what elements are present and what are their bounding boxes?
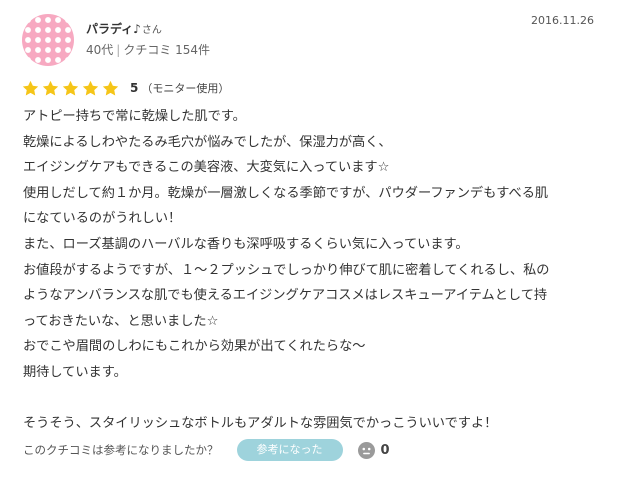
review-line: お値段がするようですが、１～２プッシュでしっかり伸びて肌に密着してくれるし、私の [23, 262, 550, 278]
star-icon [42, 80, 59, 95]
user-review-count: クチコミ 154件 [123, 43, 211, 57]
star-icon [82, 80, 99, 95]
avatar[interactable] [22, 14, 74, 66]
review-line: そうそう、スタイリッシュなボトルもアダルトな雰囲気でかっこういいですよ！ [23, 416, 498, 432]
review-line: 乾燥によるしわやたるみ毛穴が悩みでしたが、保湿力が高く、 [23, 134, 392, 150]
helpful-button[interactable]: 参考になった [236, 439, 343, 461]
review-line: エイジングケアもできるこの美容液、大変気に入っています☆ [23, 160, 390, 176]
star-rating [22, 80, 122, 97]
review-line: 期待しています。 [23, 364, 127, 380]
star-icon [102, 80, 119, 95]
review-line: アトピー持ちで常に乾燥した肌です。 [23, 109, 246, 124]
helpful-count: 0 [380, 442, 390, 458]
review-line: また、ローズ基調のハーバルな香りも深呼吸するくらい気に入っています。 [23, 236, 469, 252]
review-blank-line [23, 386, 613, 412]
meta-separator: | [116, 43, 121, 57]
helpful-question: このクチコミは参考になりましたか？ [23, 443, 219, 457]
face-icon [357, 441, 375, 459]
star-icon [22, 80, 39, 95]
rating-note: （モニター使用） [141, 82, 230, 95]
user-age: 40代 [86, 43, 114, 57]
review-line: になているのがうれしい！ [23, 211, 182, 227]
username[interactable]: パラディ♪さん [86, 20, 162, 37]
rating-row: 5 （モニター使用） [22, 79, 229, 97]
username-text: パラディ♪ [86, 22, 141, 36]
review-line: 使用しだして約１か月。乾燥が一層激しくなる季節ですが、パウダーファンデもすべる肌 [23, 185, 549, 201]
review-line: おでこや眉間のしわにもこれから効果が出てくれたらな～ [23, 339, 366, 355]
star-icon [62, 80, 79, 95]
helpful-row: このクチコミは参考になりましたか？ 参考になった 0 [23, 439, 390, 461]
user-meta: 40代 | クチコミ 154件 [86, 41, 210, 58]
username-suffix: さん [141, 25, 162, 36]
review-body: アトピー持ちで常に乾燥した肌です。乾燥によるしわやたるみ毛穴が悩みでしたが、保湿… [23, 104, 613, 437]
review-line: っておきたいな、と思いました☆ [23, 313, 219, 329]
rating-score: 5 [130, 81, 139, 95]
review-line: ようなアンバランスな肌でも使えるエイジングケアコスメはレスキューアイテムとして持 [23, 288, 548, 304]
post-date: 2016.11.26 [531, 14, 594, 27]
